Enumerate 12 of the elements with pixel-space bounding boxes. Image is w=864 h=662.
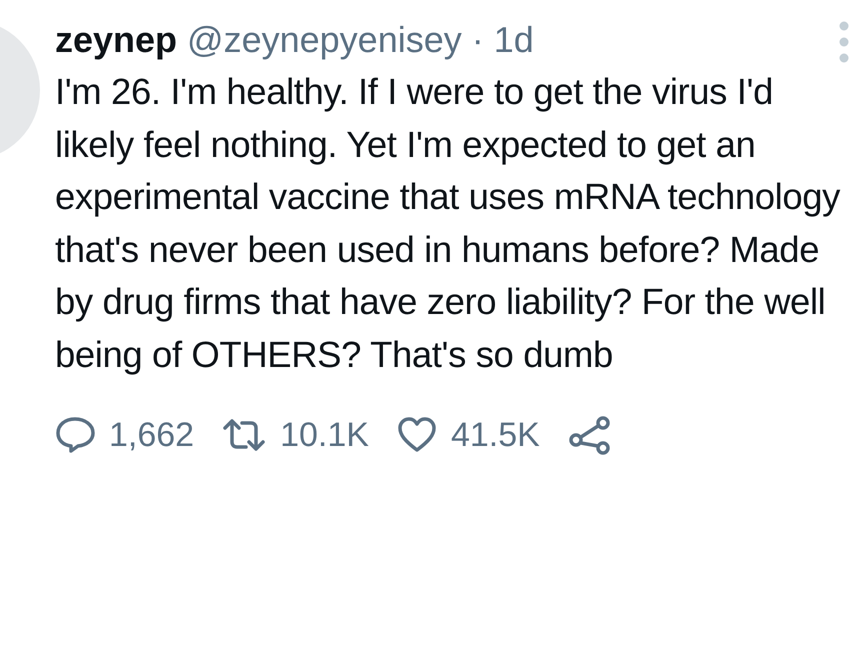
- share-icon[interactable]: [568, 415, 612, 455]
- user-handle[interactable]: @zeynepyenisey: [187, 19, 462, 61]
- heart-icon[interactable]: [396, 417, 437, 453]
- action-count: 41.5K: [450, 416, 540, 454]
- user-name[interactable]: zeynep: [55, 19, 178, 61]
- speech-bubble-icon[interactable]: [55, 416, 95, 454]
- retweet-icon[interactable]: [222, 418, 266, 452]
- tweet-text: I'm 26. I'm healthy. If I were to get the virus I'd likely feel nothing. Yet I'm expected to get an experimental vaccine that uses mRNA technology that's never been used in humans before? Made by drug firms that have zero liability? For the well being of OTHERS? That's so dumb: [55, 70, 842, 377]
- tweet-time: 1d: [494, 19, 534, 61]
- action-count: 1,662: [109, 416, 194, 454]
- separator-dot: ·: [472, 19, 484, 61]
- action-count: 10.1K: [280, 416, 369, 454]
